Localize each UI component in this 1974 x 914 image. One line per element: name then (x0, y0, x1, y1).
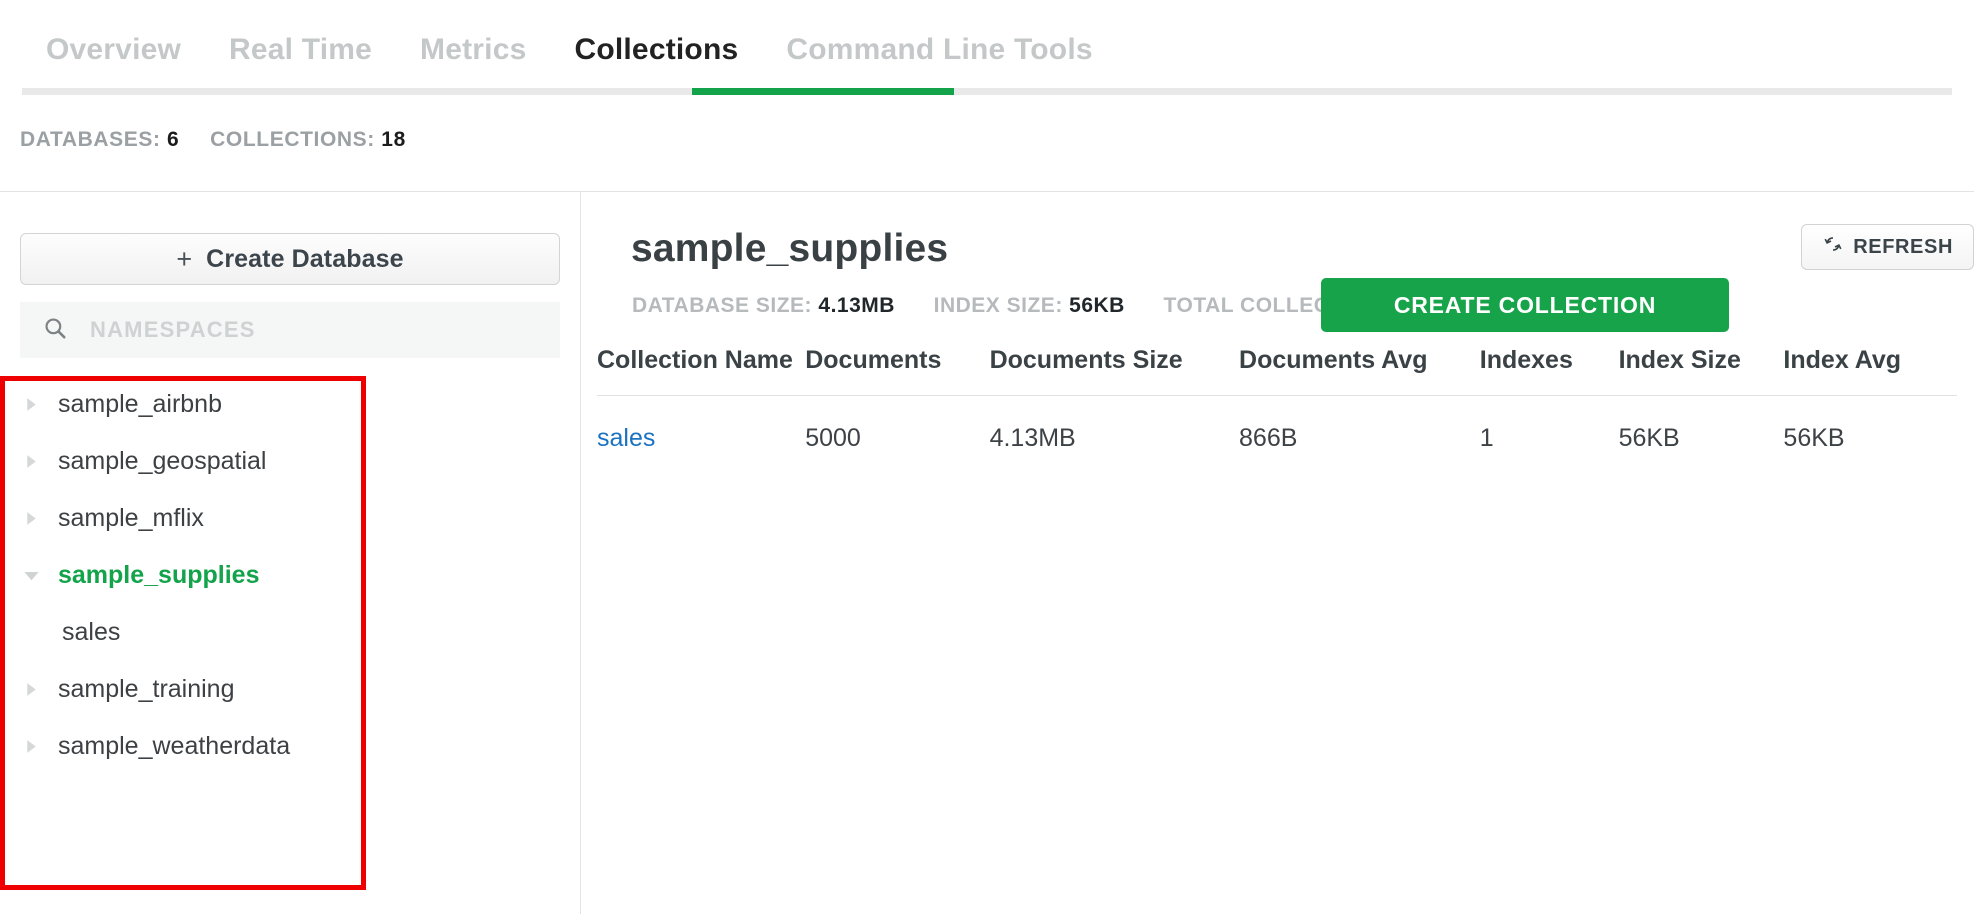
column-header-documents-avg[interactable]: Documents Avg (1239, 346, 1480, 396)
cell-documents-avg: 866B (1239, 396, 1480, 454)
tab-list: Overview Real Time Metrics Collections C… (22, 28, 1117, 72)
tree-item-sample-weatherdata[interactable]: sample_weatherdata (0, 718, 560, 775)
namespaces-search-input[interactable]: NAMESPACES (20, 302, 560, 358)
chevron-down-icon[interactable] (18, 563, 44, 589)
tree-item-sample-geospatial[interactable]: sample_geospatial (0, 433, 560, 490)
index-size-value: 56KB (1069, 294, 1125, 317)
tree-item-sample-training[interactable]: sample_training (0, 661, 560, 718)
tab-metrics[interactable]: Metrics (396, 28, 550, 72)
tab-active-indicator (692, 88, 954, 95)
collections-table-body: sales 5000 4.13MB 866B 1 56KB 56KB (597, 396, 1957, 454)
namespaces-sidebar: + Create Database NAMESPACES (0, 192, 580, 914)
search-icon (42, 315, 68, 346)
cell-index-size: 56KB (1619, 396, 1784, 454)
tree-item-sample-mflix[interactable]: sample_mflix (0, 490, 560, 547)
tab-rail (22, 88, 1952, 95)
tab-collections[interactable]: Collections (550, 28, 762, 72)
tree-item-sample-airbnb[interactable]: sample_airbnb (0, 376, 560, 433)
collections-label: COLLECTIONS: (210, 128, 375, 151)
plus-icon: + (176, 246, 192, 273)
database-summary-bar: DATABASES: 6 COLLECTIONS: 18 REFRESH (0, 96, 1974, 191)
cell-indexes: 1 (1480, 396, 1619, 454)
database-size-value: 4.13MB (818, 294, 895, 317)
collections-table-head: Collection Name Documents Documents Size… (597, 346, 1957, 396)
tree-item-label: sample_geospatial (58, 447, 266, 476)
column-header-documents-size[interactable]: Documents Size (990, 346, 1239, 396)
cell-documents: 5000 (805, 396, 989, 454)
column-header-documents[interactable]: Documents (805, 346, 989, 396)
tree-item-sales[interactable]: sales (0, 604, 560, 661)
tree-item-sample-supplies[interactable]: sample_supplies (0, 547, 560, 604)
database-counts: DATABASES: 6 COLLECTIONS: 18 (20, 128, 406, 152)
create-collection-button[interactable]: CREATE COLLECTION (1321, 278, 1729, 332)
column-header-index-size[interactable]: Index Size (1619, 346, 1784, 396)
content-area: + Create Database NAMESPACES (0, 191, 1974, 914)
chevron-right-icon[interactable] (18, 392, 44, 418)
cell-documents-size: 4.13MB (990, 396, 1239, 454)
column-header-indexes[interactable]: Indexes (1480, 346, 1619, 396)
tree-item-label: sample_training (58, 675, 235, 704)
table-header-row: Collection Name Documents Documents Size… (597, 346, 1957, 396)
collections-table: Collection Name Documents Documents Size… (597, 346, 1957, 453)
cell-index-avg: 56KB (1783, 396, 1957, 454)
tree-item-label: sales (62, 618, 120, 647)
collections-value: 18 (381, 128, 406, 151)
namespaces-search-placeholder: NAMESPACES (90, 317, 256, 343)
tree-item-label: sample_airbnb (58, 390, 222, 419)
cell-collection-name[interactable]: sales (597, 396, 805, 454)
page-title: sample_supplies (631, 227, 948, 271)
tree-item-label: sample_supplies (58, 561, 259, 590)
chevron-right-icon[interactable] (18, 677, 44, 703)
index-size-label: INDEX SIZE: (934, 294, 1063, 317)
database-size-label: DATABASE SIZE: (632, 294, 812, 317)
database-detail-panel: sample_supplies DATABASE SIZE: 4.13MB IN… (581, 192, 1974, 914)
tab-real-time[interactable]: Real Time (205, 28, 396, 72)
collection-link-sales[interactable]: sales (597, 424, 655, 452)
databases-value: 6 (167, 128, 179, 151)
collections-page: Overview Real Time Metrics Collections C… (0, 0, 1974, 914)
databases-label: DATABASES: (20, 128, 161, 151)
primary-tab-bar: Overview Real Time Metrics Collections C… (0, 0, 1974, 96)
column-header-index-avg[interactable]: Index Avg (1783, 346, 1957, 396)
database-stats: DATABASE SIZE: 4.13MB INDEX SIZE: 56KB T… (632, 294, 1422, 318)
create-database-label: Create Database (206, 245, 403, 274)
table-row: sales 5000 4.13MB 866B 1 56KB 56KB (597, 396, 1957, 454)
chevron-right-icon[interactable] (18, 506, 44, 532)
tree-item-label: sample_weatherdata (58, 732, 290, 761)
tab-command-line-tools[interactable]: Command Line Tools (762, 28, 1116, 72)
chevron-right-icon[interactable] (18, 449, 44, 475)
tab-overview[interactable]: Overview (22, 28, 205, 72)
create-database-button[interactable]: + Create Database (20, 233, 560, 285)
column-header-collection-name[interactable]: Collection Name (597, 346, 805, 396)
chevron-right-icon[interactable] (18, 734, 44, 760)
namespaces-tree: sample_airbnb sample_geospatial (0, 376, 560, 775)
tree-item-label: sample_mflix (58, 504, 204, 533)
